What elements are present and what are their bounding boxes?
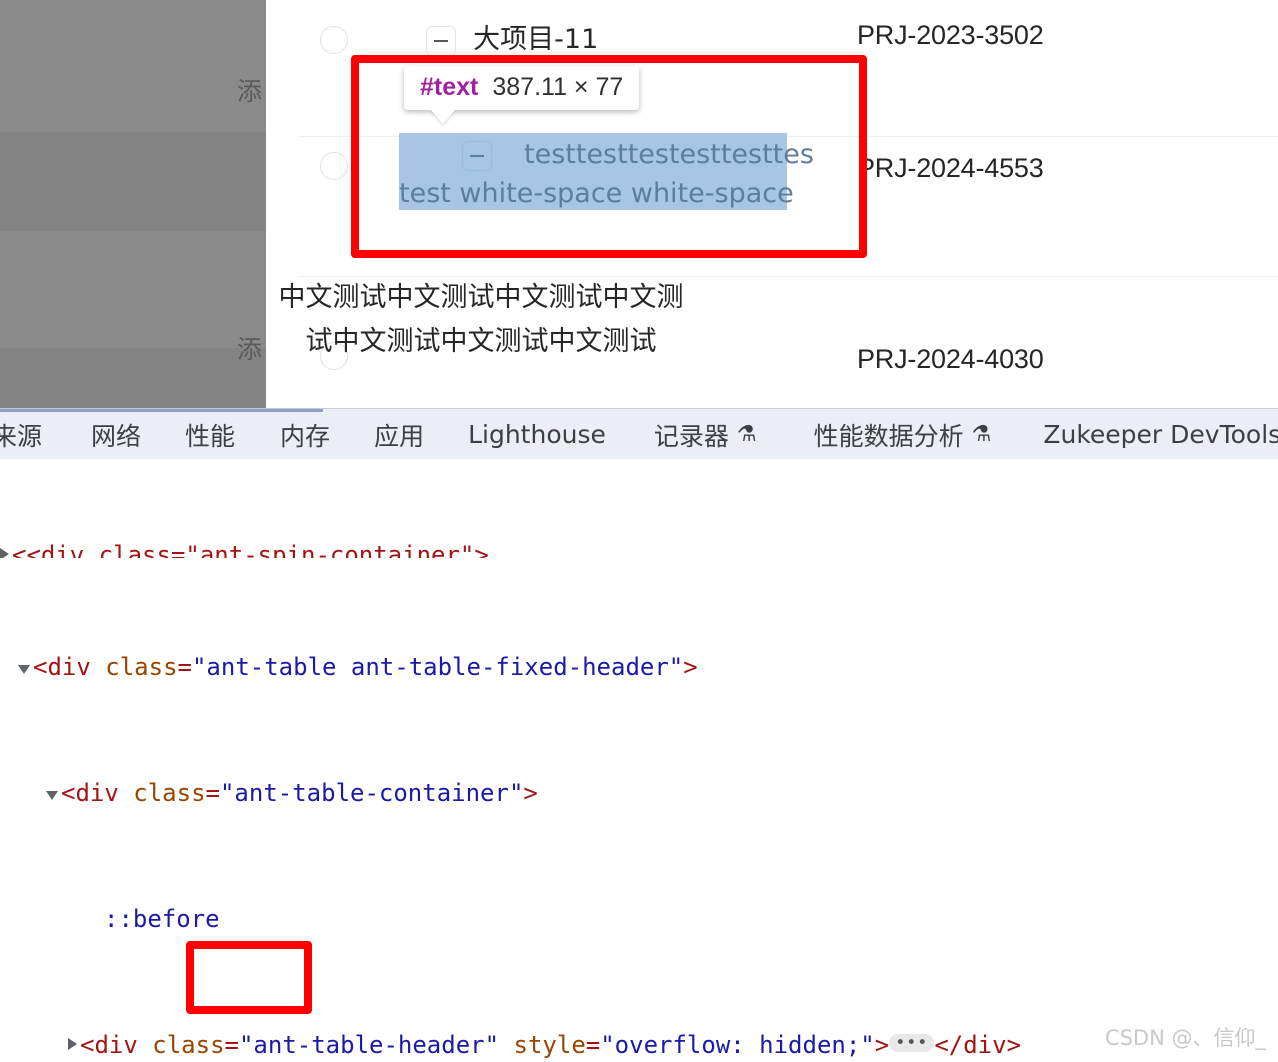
dom-line[interactable]: <div class="ant-table-container"> <box>0 778 1278 810</box>
annotation-mask <box>194 949 304 1006</box>
tab-label: 性能 <box>185 417 235 453</box>
watermark: CSDN @、信仰_ <box>1105 1022 1266 1052</box>
dom-tag: div <box>94 1031 137 1059</box>
table-row[interactable]: 大项目-11 PRJ-2023-3502 <box>266 8 1278 72</box>
row-radio[interactable] <box>320 152 348 180</box>
dim-band <box>0 198 266 231</box>
dom-line[interactable]: <<div class="ant-spin-container"> <box>0 540 1278 558</box>
tab-lighthouse[interactable]: Lighthouse <box>468 420 606 449</box>
page-region: 添 添 大项目-11 PRJ-2023-3502 PRJ-2024-4553 中… <box>0 0 1278 408</box>
tab-label: Zukeeper DevTools <box>1043 420 1278 449</box>
collapse-triangle-icon[interactable] <box>18 665 30 674</box>
tab-application[interactable]: 应用 <box>374 417 424 453</box>
dom-tag: <div class="ant-spin-container"> <box>26 541 488 558</box>
highlighted-text-line-1-text: testtesttestesttesttes <box>524 139 814 170</box>
dom-attr: class <box>133 779 205 807</box>
minus-icon[interactable] <box>462 141 492 171</box>
tab-label: 来源 <box>0 417 42 453</box>
dom-line[interactable]: ::before <box>0 904 1278 936</box>
dom-attr: style <box>514 1031 586 1059</box>
inspector-tooltip-dimensions: 387.11 × 77 <box>492 73 623 101</box>
dim-band <box>0 132 266 198</box>
row-radio[interactable] <box>320 26 348 54</box>
tab-label: Lighthouse <box>468 420 606 449</box>
dom-line[interactable]: <div class="ant-table-header" style="ove… <box>0 1030 1278 1062</box>
dom-tag: div <box>75 779 118 807</box>
tab-sources[interactable]: 来源 <box>0 417 42 453</box>
flask-icon: ⚗ <box>737 422 757 447</box>
tab-recorder[interactable]: 记录器 ⚗ <box>654 417 757 453</box>
dom-attr-value: "ant-table ant-table-fixed-header" <box>192 653 683 681</box>
dom-tag: div <box>47 653 90 681</box>
tooltip-arrow-icon <box>430 109 456 124</box>
tab-label: 应用 <box>374 417 424 453</box>
row-name-text: 大项目-11 <box>473 24 598 55</box>
tab-label: 内存 <box>280 417 330 453</box>
highlighted-text-line-2: test white-space white-space <box>399 177 787 210</box>
dimmed-action-label: 添 <box>237 72 262 108</box>
inspector-tooltip-tag: #text <box>420 73 478 101</box>
dom-tree-panel[interactable]: <<div class="ant-spin-container"> <div c… <box>0 459 1278 1062</box>
row-name-cell: 中文测试中文测试中文测试中文测试中文测试中文测试中文测试 <box>266 276 696 364</box>
dom-attr: class <box>105 653 177 681</box>
flask-icon: ⚗ <box>972 422 992 447</box>
tab-label: 记录器 <box>654 417 729 453</box>
highlighted-text-line-1: testtesttestesttesttes <box>399 133 787 177</box>
devtools-dim-overlay: 添 添 <box>0 0 266 408</box>
dom-tag: div <box>963 1031 1006 1059</box>
dim-band <box>0 348 266 408</box>
tab-zukeeper-devtools[interactable]: Zukeeper DevTools <box>1043 420 1278 449</box>
dom-attr-value: "ant-table-header" <box>239 1031 499 1059</box>
minus-icon[interactable] <box>426 26 456 56</box>
tab-memory[interactable]: 内存 <box>280 417 330 453</box>
dom-attr: class <box>152 1031 224 1059</box>
dom-line[interactable]: <div class="ant-table ant-table-fixed-he… <box>0 652 1278 684</box>
tab-network[interactable]: 网络 <box>91 417 141 453</box>
expand-ellipsis-icon[interactable]: ••• <box>889 1034 934 1052</box>
highlighted-text-node: testtesttestesttesttes test white-space … <box>399 133 787 210</box>
row-code-cell: PRJ-2024-4030 <box>857 344 1044 375</box>
row-code-cell: PRJ-2024-4553 <box>857 153 1044 184</box>
devtools-tab-bar: 来源 网络 性能 内存 应用 Lighthouse 记录器 ⚗ 性能数据分析 ⚗ Z… <box>0 408 1278 460</box>
tab-performance[interactable]: 性能 <box>185 417 235 453</box>
active-tab-indicator <box>0 409 323 412</box>
dom-attr-value: "ant-table-container" <box>220 779 523 807</box>
dom-attr-value: "overflow: hidden;" <box>600 1031 875 1059</box>
collapse-triangle-icon[interactable] <box>46 791 58 800</box>
tab-label: 网络 <box>91 417 141 453</box>
expand-triangle-icon[interactable] <box>0 548 9 558</box>
row-code-cell: PRJ-2023-3502 <box>857 20 1044 51</box>
inspector-tooltip: #text 387.11 × 77 <box>404 66 639 110</box>
dimmed-action-label: 添 <box>237 330 262 366</box>
tab-performance-insights[interactable]: 性能数据分析 ⚗ <box>814 417 992 453</box>
screenshot-root: 添 添 大项目-11 PRJ-2023-3502 PRJ-2024-4553 中… <box>0 0 1278 1062</box>
expand-triangle-icon[interactable] <box>68 1038 77 1050</box>
pseudo-element: ::before <box>104 905 220 933</box>
table-row[interactable]: 中文测试中文测试中文测试中文测试中文测试中文测试中文测试 PRJ-2024-40… <box>266 276 1278 408</box>
tab-label: 性能数据分析 <box>814 417 964 453</box>
row-name-cell: 大项目-11 <box>426 18 598 62</box>
